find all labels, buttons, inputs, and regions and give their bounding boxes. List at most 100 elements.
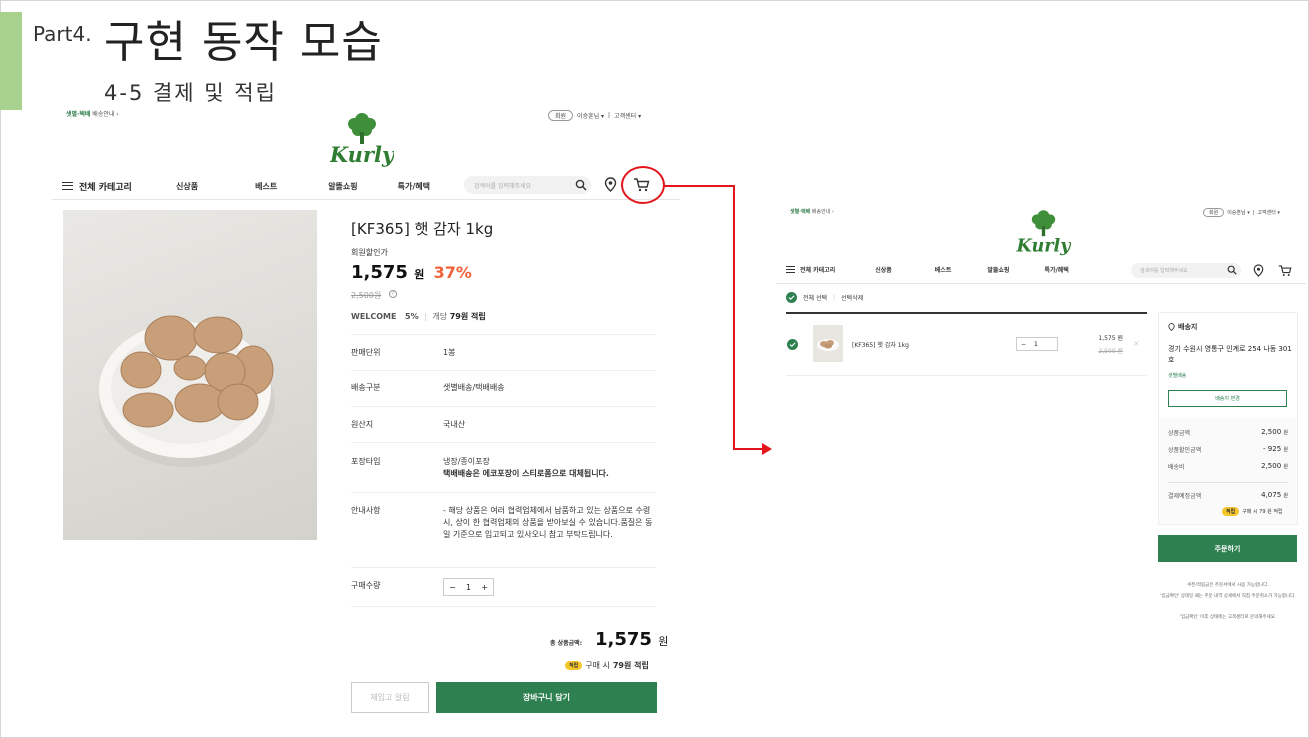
- package-note: 택배배송은 에코포장이 스티로폼으로 대체됩니다.: [443, 469, 609, 478]
- delivery-title-label: 배송지: [1178, 323, 1198, 331]
- nav-item-special[interactable]: 특가/혜택: [1044, 265, 1068, 274]
- earn-amount: 79원 적립: [449, 312, 486, 321]
- qty-minus-button[interactable]: −: [449, 583, 456, 592]
- member-price-label: 회원할인가: [351, 248, 388, 257]
- delivery-address: 경기 수원시 영통구 인계로 254 나동 301호: [1168, 345, 1292, 364]
- member-badge[interactable]: 회원: [1203, 208, 1225, 217]
- delivery-title: 배송지: [1168, 322, 1197, 332]
- check-icon: [788, 295, 795, 301]
- search-input[interactable]: 검색어를 입력해주세요: [464, 176, 591, 194]
- earn-badge: 적립: [565, 661, 583, 670]
- package-type: 냉장/종이포장: [443, 457, 490, 466]
- nav-item-new[interactable]: 신상품: [176, 181, 198, 192]
- svg-text:Kurly: Kurly: [1016, 235, 1071, 256]
- customer-center-link[interactable]: 고객센터 ▾: [614, 111, 641, 120]
- nav-item-best[interactable]: 베스트: [255, 181, 277, 192]
- potato-thumbnail-illustration: [817, 338, 839, 351]
- kurly-logo[interactable]: Kurly: [1016, 206, 1071, 258]
- arrow-segment: [664, 185, 735, 187]
- qty-plus-button[interactable]: +: [481, 583, 488, 592]
- delivery-banner-text: 배송안내 ›: [811, 209, 834, 215]
- qty-value: 1: [465, 582, 472, 592]
- main-nav: 전체 카테고리 신상품 베스트 알뜰쇼핑 특가/혜택: [786, 265, 1069, 274]
- original-price: 2,500원: [351, 291, 382, 300]
- user-menu[interactable]: 이승훈님 ▾: [577, 111, 604, 120]
- info-value: 샛별배송/택배배송: [443, 383, 505, 392]
- arrow-head-icon: [762, 443, 772, 455]
- arrow-segment: [733, 448, 763, 450]
- order-button[interactable]: 주문하기: [1158, 535, 1297, 562]
- svg-text:Kurly: Kurly: [330, 142, 394, 167]
- summary-row-shipping: 배송비 2,500 원: [1168, 462, 1288, 471]
- earn-text: 구매 시: [585, 661, 610, 670]
- cart-item-thumbnail[interactable]: [813, 325, 843, 362]
- delivery-banner-highlight: 샛별·택배: [790, 209, 811, 215]
- delivery-banner-text: 배송안내 ›: [92, 111, 119, 118]
- quantity-stepper: − 1 +: [443, 578, 494, 596]
- nav-item-special[interactable]: 특가/혜택: [398, 181, 430, 192]
- category-menu-label[interactable]: 전체 카테고리: [800, 265, 835, 274]
- select-all-label[interactable]: 전체 선택: [803, 293, 827, 302]
- earn-prefix: 개당: [432, 312, 448, 321]
- summary-amount: 2,500: [1261, 462, 1282, 470]
- delete-selected-button[interactable]: 선택삭제: [841, 293, 863, 302]
- info-row-origin: 원산지 국내산: [351, 407, 656, 443]
- search-icon[interactable]: [1227, 265, 1237, 275]
- change-address-button[interactable]: 배송지 변경: [1168, 390, 1287, 407]
- member-badge[interactable]: 회원: [548, 110, 574, 121]
- cart-icon[interactable]: [1278, 264, 1292, 277]
- nav-item-best[interactable]: 베스트: [935, 265, 952, 274]
- expected-unit: 원: [1283, 493, 1288, 499]
- divider: |: [1252, 209, 1255, 216]
- summary-unit: 원: [1283, 430, 1288, 436]
- location-icon[interactable]: [1253, 264, 1264, 277]
- product-image: [63, 210, 317, 540]
- nav-item-new[interactable]: 신상품: [875, 265, 892, 274]
- info-row-quantity: 구매수량: [351, 568, 656, 607]
- top-links: 회원 이승훈님 ▾ | 고객센터 ▾: [548, 110, 641, 121]
- category-menu[interactable]: 전체 카테고리: [62, 180, 172, 193]
- search-input[interactable]: 검색어를 입력해주세요: [1131, 263, 1241, 278]
- select-all-checkbox[interactable]: [786, 292, 797, 303]
- summary-amount: 2,500: [1261, 428, 1282, 436]
- search-icon[interactable]: [575, 179, 587, 191]
- cart-quantity-stepper: − 1: [1016, 337, 1058, 351]
- qty-minus-button[interactable]: −: [1021, 341, 1026, 348]
- add-to-cart-button[interactable]: 장바구니 담기: [436, 682, 657, 713]
- delivery-banner[interactable]: 샛별·택배 배송안내 ›: [790, 208, 834, 215]
- nav-divider: [776, 283, 1306, 284]
- summary-row-product: 상품금액 2,500 원: [1168, 428, 1288, 437]
- total-price-unit: 원: [658, 635, 669, 648]
- summary-divider: [1168, 482, 1288, 483]
- cart-highlight-circle: [621, 166, 665, 204]
- info-value: - 해당 상품은 여러 협력업체에서 납품하고 있는 상품으로 수령시, 상이 …: [443, 506, 653, 539]
- info-row-delivery: 배송구분 샛별배송/택배배송: [351, 371, 656, 407]
- location-icon[interactable]: [604, 177, 617, 192]
- expected-amount: 4,075: [1261, 491, 1282, 499]
- item-checkbox[interactable]: [787, 339, 798, 350]
- info-key: 안내사항: [351, 506, 381, 515]
- summary-row-discount: 상품할인금액 - 925 원: [1168, 445, 1288, 454]
- potato-bowl-illustration: [99, 315, 275, 467]
- hamburger-icon[interactable]: [786, 266, 795, 273]
- cart-item-name[interactable]: [KF365] 햇 감자 1kg: [852, 340, 909, 349]
- select-row: 전체 선택 | 선택삭제: [786, 292, 863, 303]
- remove-item-icon[interactable]: ×: [1133, 339, 1140, 348]
- total-price-value: 1,575: [595, 629, 652, 650]
- location-icon: [1168, 323, 1175, 331]
- total-label: 총 상품금액:: [550, 640, 583, 647]
- customer-center-link[interactable]: 고객센터 ▾: [1257, 209, 1280, 216]
- order-note: 쿠폰/적립금은 주문서에서 사용 가능합니다.: [1187, 583, 1269, 588]
- delivery-banner[interactable]: 샛별·택배 배송안내 ›: [66, 109, 119, 118]
- divider: |: [833, 294, 836, 301]
- expected-value: 4,075 원: [1261, 491, 1288, 500]
- kurly-logo[interactable]: Kurly: [330, 108, 394, 170]
- help-icon[interactable]: ?: [389, 290, 397, 298]
- user-menu[interactable]: 이승훈님 ▾: [1227, 209, 1250, 216]
- nav-item-saving[interactable]: 알뜰쇼핑: [987, 265, 1009, 274]
- summary-value: 2,500 원: [1261, 428, 1288, 437]
- title-accent-bar: [0, 12, 22, 110]
- nav-item-saving[interactable]: 알뜰쇼핑: [328, 181, 357, 192]
- arrow-segment: [733, 185, 735, 449]
- restock-alert-button[interactable]: 재입고 알림: [351, 682, 429, 713]
